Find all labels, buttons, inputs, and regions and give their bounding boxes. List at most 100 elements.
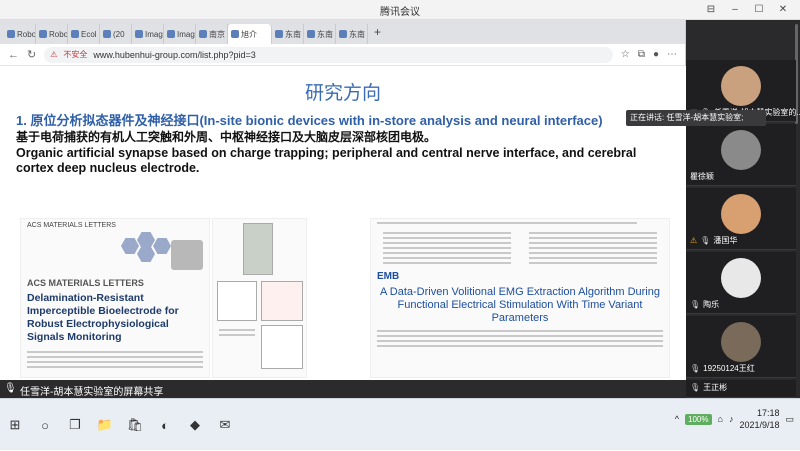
favicon-icon (39, 30, 47, 38)
warning-icon: ⚠ (50, 50, 58, 59)
minimize-button[interactable]: – (724, 2, 746, 17)
network-icon[interactable]: ⌂ (718, 414, 723, 424)
favicon-icon (103, 30, 111, 38)
notification-icon[interactable]: ▭ (785, 414, 794, 425)
tab-label: Imag (177, 29, 195, 39)
section-desc-cn: 基于电荷捕获的有机人工突触和外周、中枢神经接口及大脑皮层深部核团电极。 (16, 130, 437, 144)
collections-icon[interactable]: ⧉ (638, 49, 645, 60)
security-label: 不安全 (63, 50, 88, 59)
paper-title: A Data-Driven Volitional EMG Extraction … (379, 286, 660, 324)
browser-window: Robo Robo Ecol (20 Imag Imag 南京 旭介 东南 东南… (0, 20, 686, 378)
favicon-icon (339, 30, 347, 38)
screen-share-bar: 🎙 任雪洋-胡本慧实验室的屏幕共享 (0, 380, 686, 398)
tab-strip: Robo Robo Ecol (20 Imag Imag 南京 旭介 东南 东南… (0, 20, 685, 44)
tab-label: Ecol (81, 29, 97, 39)
participant-name: 瞿徐颖 (690, 172, 714, 181)
paper-journal-head: ACS MATERIALS LETTERS (27, 222, 116, 229)
participant-name: 王正彬 (703, 383, 728, 392)
avatar (721, 322, 761, 362)
participant-tile[interactable]: 🎙 19250124王红 (686, 316, 796, 378)
browser-tab-active[interactable]: 旭介 (228, 24, 272, 44)
profile-icon[interactable]: ● (653, 49, 659, 60)
clock[interactable]: 17:18 2021/9/18 (739, 407, 779, 431)
app-titlebar: 腾讯会议 ⊟ – ☐ ✕ (0, 0, 800, 20)
window-title: 腾讯会议 (380, 7, 420, 18)
paper-title: Delamination-Resistant Imperceptible Bio… (27, 292, 179, 343)
tab-label: 东南 (285, 29, 301, 39)
tencent-meeting-icon[interactable]: ◆ (183, 413, 207, 437)
speaking-tooltip: 正在讲话: 任雪洋-胡本慧实验室; (626, 110, 766, 126)
tab-label: 南京 (209, 29, 225, 39)
slide-content: 研究方向 1. 原位分析拟态器件及神经接口(In-site bionic dev… (0, 66, 686, 378)
mic-warning-icon: ⚠ (690, 236, 698, 245)
participant-tile[interactable]: 🎙 王正彬 (686, 380, 796, 398)
participant-panel: ▣🎙任雪洋-胡本慧实验室的... 瞿徐颖 ⚠🎙潘国华 🎙陶乐 🎙19250124… (686, 20, 800, 398)
windows-start-icon[interactable]: ⊞ (3, 413, 27, 437)
tab-label: 东南 (317, 29, 333, 39)
clock-time: 17:18 (756, 408, 780, 418)
tray-arrow-icon[interactable]: ^ (675, 414, 679, 424)
favicon-icon (71, 30, 79, 38)
maximize-button[interactable]: ☐ (748, 2, 770, 17)
new-tab-button[interactable]: + (374, 25, 381, 39)
paper-logo: ACS MATERIALS LETTERS (27, 278, 144, 288)
browser-tab[interactable]: Robo (36, 24, 68, 44)
paper-emb: EMB A Data-Driven Volitional EMG Extract… (370, 218, 670, 378)
participant-name: 陶乐 (703, 300, 720, 309)
browser-tab[interactable]: Ecol (68, 24, 100, 44)
task-view-icon[interactable]: ❐ (63, 413, 87, 437)
wechat-icon[interactable]: ✉ (213, 413, 237, 437)
browser-tab[interactable]: 东南 (272, 24, 304, 44)
browser-tab[interactable]: 东南 (304, 24, 336, 44)
tab-label: 东南 (349, 29, 365, 39)
refresh-icon[interactable]: ↻ (27, 48, 36, 61)
tab-label: Robo (49, 29, 68, 39)
favicon-icon (307, 30, 315, 38)
browser-tab[interactable]: Imag (132, 24, 164, 44)
favicon-icon (7, 30, 15, 38)
url-field[interactable]: ⚠ 不安全 www.hubenhui-group.com/list.php?pi… (44, 46, 613, 63)
url-text: www.hubenhui-group.com/list.php?pid=3 (93, 49, 256, 60)
browser-tab[interactable]: (20 (100, 24, 132, 44)
participant-tile[interactable]: 🎙 陶乐 (686, 252, 796, 314)
paper-logo: EMB (377, 271, 400, 282)
system-tray: ^ 100% ⌂ ♪ 17:18 2021/9/18 ▭ (675, 407, 794, 431)
avatar (721, 258, 761, 298)
avatar (721, 130, 761, 170)
search-icon[interactable]: ○ (33, 413, 57, 437)
section-desc-en: Organic artificial synapse based on char… (16, 146, 637, 175)
section-title: 1. 原位分析拟态器件及神经接口(In-site bionic devices … (16, 113, 603, 128)
taskbar: ⊞ ○ ❐ 📁 🛍 ◐ ◆ ✉ ^ 100% ⌂ ♪ 17:18 2021/9/… (0, 398, 800, 450)
slide-heading: 研究方向 (304, 82, 381, 104)
screen-share-label: 任雪洋-胡本慧实验室的屏幕共享 (20, 387, 164, 398)
participant-tile[interactable]: 瞿徐颖 (686, 124, 796, 186)
store-icon[interactable]: 🛍 (123, 413, 147, 437)
participant-name: 潘国华 (713, 236, 738, 245)
file-explorer-icon[interactable]: 📁 (93, 413, 117, 437)
volume-icon[interactable]: ♪ (729, 414, 734, 424)
address-bar-row: ← ↻ ⚠ 不安全 www.hubenhui-group.com/list.ph… (0, 44, 685, 66)
browser-tab[interactable]: 南京 (196, 24, 228, 44)
avatar (721, 66, 761, 106)
browser-tab[interactable]: Robo (4, 24, 36, 44)
paper-acs: ACS MATERIALS LETTERS ACS MATERIALS LETT… (20, 218, 210, 378)
paper-acs-figures (212, 218, 307, 378)
pin-icon[interactable]: ⊟ (700, 2, 722, 17)
participant-tile[interactable]: ⚠ 🎙 潘国华 (686, 188, 796, 250)
microphone-icon: 🎙 (4, 383, 17, 394)
favicon-icon (199, 30, 207, 38)
microphone-icon: 🎙 (690, 364, 701, 373)
more-icon[interactable]: ⋯ (667, 49, 677, 60)
paper-figure (21, 232, 209, 278)
favicon-icon (231, 30, 239, 38)
close-button[interactable]: ✕ (772, 2, 794, 17)
favicon-icon (167, 30, 175, 38)
edge-icon[interactable]: ◐ (153, 413, 177, 437)
favorite-star-icon[interactable]: ☆ (621, 49, 630, 60)
browser-tab[interactable]: Imag (164, 24, 196, 44)
favicon-icon (135, 30, 143, 38)
battery-indicator[interactable]: 100% (685, 413, 712, 425)
back-icon[interactable]: ← (8, 49, 19, 61)
browser-tab[interactable]: 东南 (336, 24, 368, 44)
microphone-icon: 🎙 (690, 383, 701, 392)
